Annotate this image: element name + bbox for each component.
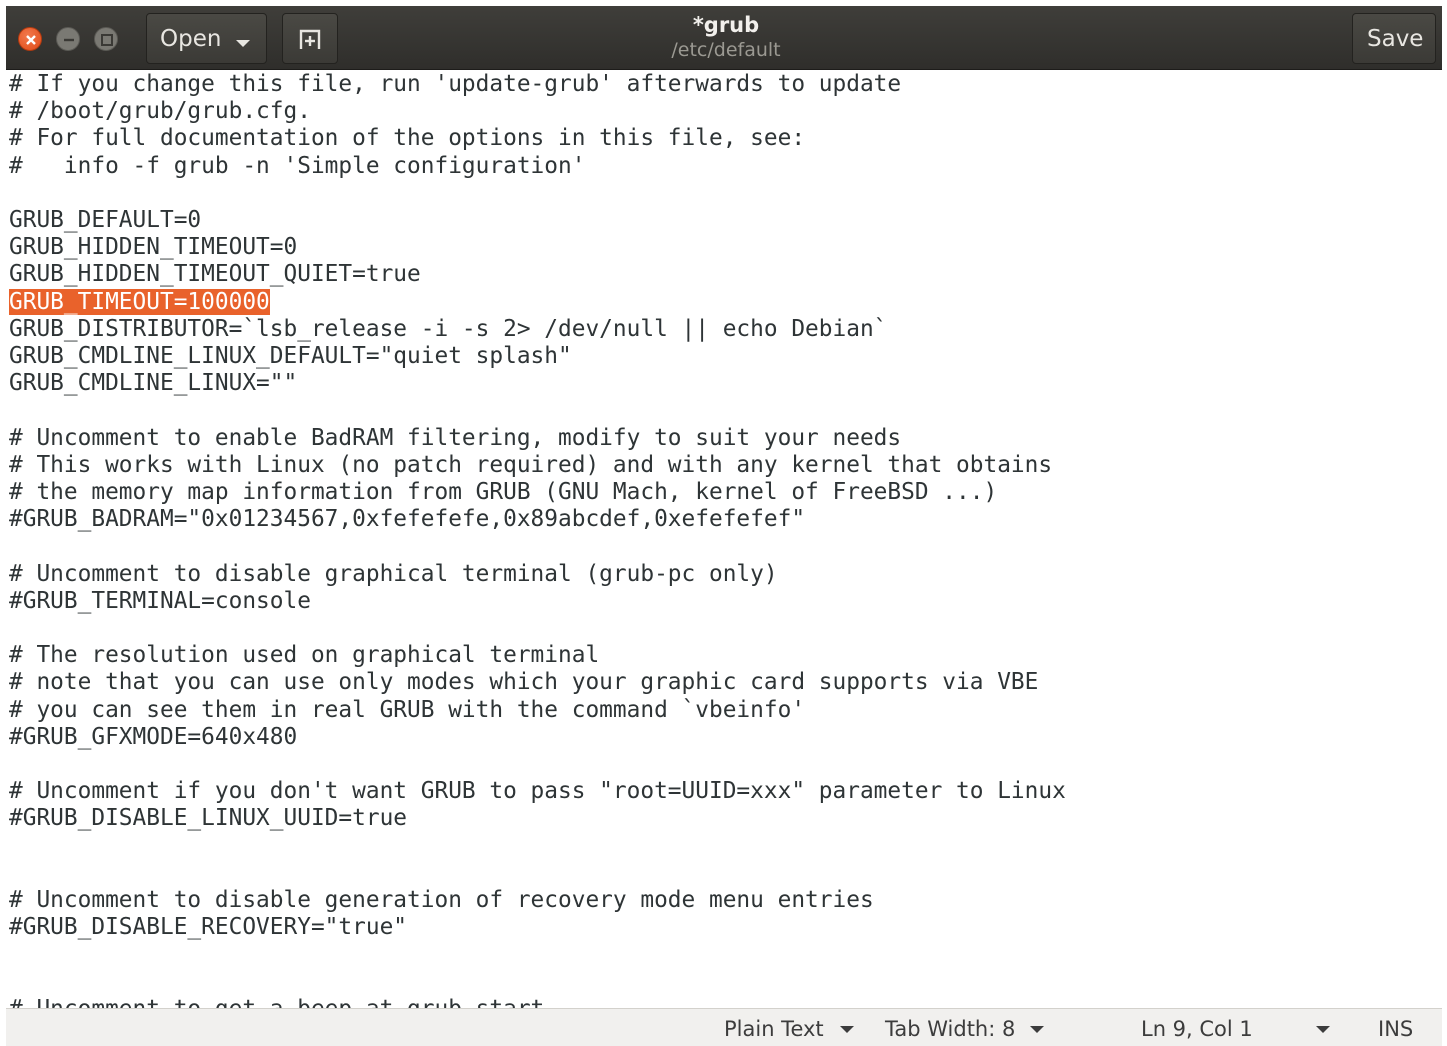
tab-width-selector[interactable]: Tab Width: 8	[885, 1017, 1015, 1041]
editor-line[interactable]: # The resolution used on graphical termi…	[9, 642, 599, 669]
editor-line[interactable]: # If you change this file, run 'update-g…	[9, 71, 901, 98]
editor-line[interactable]: # Uncomment if you don't want GRUB to pa…	[9, 778, 1066, 805]
document-title: *grub	[692, 13, 760, 37]
selected-text[interactable]: GRUB_TIMEOUT=100000	[9, 288, 270, 315]
editor-line[interactable]: # Uncomment to enable BadRAM filtering, …	[9, 425, 901, 452]
window-title-area: *grub /etc/default	[566, 12, 886, 62]
editor-line[interactable]: #GRUB_DISABLE_LINUX_UUID=true	[9, 805, 407, 832]
editor-line[interactable]: GRUB_HIDDEN_TIMEOUT_QUIET=true	[9, 261, 421, 288]
editor-line[interactable]: #GRUB_DISABLE_RECOVERY="true"	[9, 914, 407, 941]
chevron-down-icon[interactable]	[1030, 1026, 1044, 1033]
header-bar: Open *grub /etc/default Save	[6, 6, 1442, 70]
editor-line[interactable]: #GRUB_BADRAM="0x01234567,0xfefefefe,0x89…	[9, 506, 805, 533]
editor-line[interactable]: # This works with Linux (no patch requir…	[9, 452, 1052, 479]
maximize-window-button[interactable]	[94, 27, 118, 51]
editor-line[interactable]: # note that you can use only modes which…	[9, 669, 1038, 696]
chevron-down-icon[interactable]	[1316, 1026, 1330, 1033]
new-tab-icon	[299, 29, 321, 49]
insert-mode-indicator: INS	[1378, 1017, 1414, 1041]
editor-line[interactable]: GRUB_DISTRIBUTOR=`lsb_release -i -s 2> /…	[9, 316, 887, 343]
editor-line[interactable]: # For full documentation of the options …	[9, 125, 805, 152]
editor-line[interactable]: #GRUB_GFXMODE=640x480	[9, 724, 297, 751]
editor-line[interactable]: GRUB_CMDLINE_LINUX=""	[9, 370, 297, 397]
editor-line[interactable]: # /boot/grub/grub.cfg.	[9, 98, 311, 125]
editor-line[interactable]: # the memory map information from GRUB (…	[9, 479, 997, 506]
editor-line[interactable]: # Uncomment to disable graphical termina…	[9, 561, 778, 588]
minimize-icon	[64, 38, 74, 42]
new-tab-button[interactable]	[282, 13, 338, 64]
text-editor[interactable]: # If you change this file, run 'update-g…	[6, 70, 1442, 1008]
editor-line[interactable]: GRUB_DEFAULT=0	[9, 207, 201, 234]
editor-line[interactable]: # info -f grub -n 'Simple configuration'	[9, 153, 585, 180]
language-selector[interactable]: Plain Text	[724, 1017, 824, 1041]
document-path: /etc/default	[671, 39, 781, 61]
status-bar: Plain Text Tab Width: 8 Ln 9, Col 1 INS	[6, 1008, 1442, 1046]
editor-line[interactable]: # Uncomment to disable generation of rec…	[9, 887, 874, 914]
gedit-window: Open *grub /etc/default Save # If you ch…	[6, 6, 1442, 1046]
editor-line[interactable]: # Uncomment to get a beep at grub start	[9, 996, 544, 1008]
save-button-label: Save	[1367, 26, 1424, 52]
editor-line[interactable]: # you can see them in real GRUB with the…	[9, 697, 805, 724]
editor-line[interactable]: GRUB_HIDDEN_TIMEOUT=0	[9, 234, 297, 261]
editor-line[interactable]: GRUB_CMDLINE_LINUX_DEFAULT="quiet splash…	[9, 343, 572, 370]
maximize-icon	[101, 34, 113, 46]
chevron-down-icon[interactable]	[840, 1026, 854, 1033]
minimize-window-button[interactable]	[56, 27, 80, 51]
open-button[interactable]: Open	[146, 13, 267, 64]
save-button[interactable]: Save	[1352, 13, 1436, 64]
close-window-button[interactable]	[18, 27, 42, 51]
chevron-down-icon	[236, 40, 250, 47]
close-icon	[26, 35, 36, 45]
editor-line[interactable]: GRUB_TIMEOUT=100000	[9, 288, 270, 316]
editor-line[interactable]: #GRUB_TERMINAL=console	[9, 588, 311, 615]
cursor-position[interactable]: Ln 9, Col 1	[1141, 1017, 1253, 1041]
open-button-label: Open	[160, 26, 222, 52]
